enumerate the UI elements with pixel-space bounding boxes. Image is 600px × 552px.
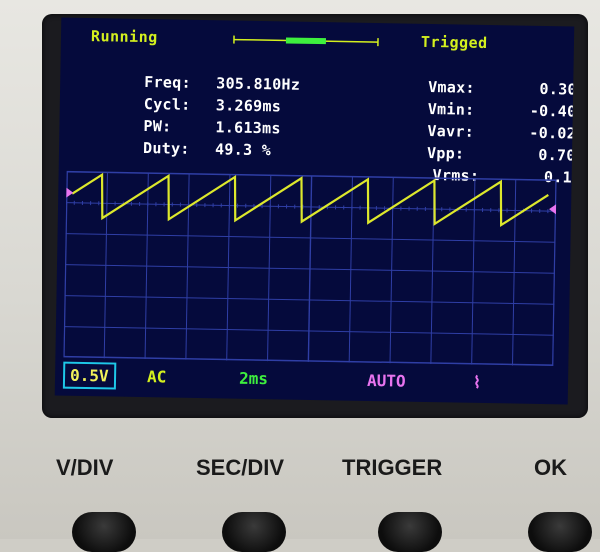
timebase-position-bar bbox=[231, 35, 381, 48]
volts-per-div-indicator: 0.5V bbox=[63, 362, 116, 390]
oscilloscope-screen: Running Trigged Freq:305.810Hz Cycl:3.26… bbox=[55, 18, 575, 405]
vdiv-button-label: V/DIV bbox=[56, 455, 113, 481]
trigger-button[interactable] bbox=[378, 512, 442, 552]
trigger-level-marker-icon bbox=[549, 204, 556, 214]
vdiv-button[interactable] bbox=[72, 512, 136, 552]
trigger-edge-icon: ⌇ bbox=[473, 373, 481, 392]
coupling-indicator: AC bbox=[147, 367, 167, 386]
secdiv-button-label: SEC/DIV bbox=[196, 455, 284, 481]
secdiv-button[interactable] bbox=[222, 512, 286, 552]
ok-button-label: OK bbox=[534, 455, 567, 481]
oscilloscope-device: Running Trigged Freq:305.810Hz Cycl:3.26… bbox=[0, 0, 600, 539]
sec-per-div-indicator: 2ms bbox=[239, 369, 268, 389]
ground-marker-icon bbox=[66, 188, 73, 198]
trigger-mode-indicator: AUTO bbox=[367, 371, 406, 391]
trigger-button-label: TRIGGER bbox=[342, 455, 442, 481]
trigger-status: Trigged bbox=[421, 33, 488, 52]
ok-button[interactable] bbox=[528, 512, 592, 552]
waveform-plot bbox=[63, 168, 556, 367]
run-status: Running bbox=[91, 27, 158, 46]
